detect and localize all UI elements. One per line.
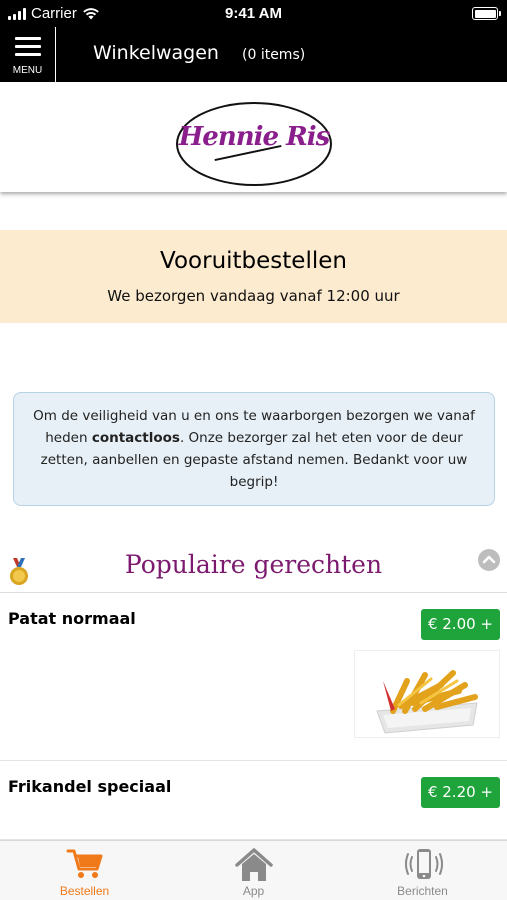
banner-title: Vooruitbestellen (160, 248, 347, 274)
app-header: MENU Winkelwagen (0 items) (0, 27, 507, 82)
tab-label: Berichten (397, 884, 448, 898)
page-title: Winkelwagen (93, 42, 219, 64)
logo-text: Hennie Ris (178, 122, 331, 152)
menu-button[interactable]: MENU (0, 27, 56, 82)
item-image (354, 650, 500, 738)
contactless-notice: Om de veiligheid van u en ons te waarbor… (13, 392, 495, 506)
list-item[interactable]: Patat normaal € 2.00 + (0, 593, 507, 761)
chevron-up-icon (482, 555, 496, 564)
notice-bold: contactloos (91, 430, 180, 446)
list-item[interactable]: Frikandel speciaal € 2.20 + (0, 761, 507, 840)
cart-icon (66, 849, 103, 878)
battery-icon (472, 7, 501, 20)
item-name: Patat normaal (8, 609, 136, 628)
add-to-cart-button[interactable]: € 2.20 + (420, 777, 500, 808)
hamburger-icon (15, 37, 41, 61)
status-bar: Carrier 9:41 AM (0, 0, 507, 27)
app-screen: Carrier 9:41 AM MENU Winkelwagen (0 item… (0, 0, 507, 900)
cart-count: (0 items) (242, 47, 306, 63)
bottom-tab-bar: Bestellen App Berichten (0, 840, 507, 900)
tab-bestellen[interactable]: Bestellen (0, 841, 169, 900)
item-name: Frikandel speciaal (8, 777, 172, 796)
section-title: Populaire gerechten (124, 550, 383, 579)
add-to-cart-button[interactable]: € 2.00 + (420, 609, 500, 640)
fries-icon (376, 670, 478, 734)
phone-vibrate-icon (405, 849, 443, 879)
tab-berichten[interactable]: Berichten (338, 841, 507, 900)
status-time: 9:41 AM (225, 5, 282, 22)
tab-label: Bestellen (59, 884, 110, 898)
logo-area: Hennie Ris (0, 82, 507, 192)
tab-label: App (242, 884, 265, 898)
preorder-banner: Vooruitbestellen We bezorgen vandaag van… (0, 230, 507, 323)
home-icon (235, 848, 273, 881)
menu-label: MENU (12, 65, 43, 76)
logo: Hennie Ris (176, 102, 332, 186)
collapse-button[interactable] (478, 549, 500, 571)
tab-app[interactable]: App (169, 841, 338, 900)
banner-subtitle: We bezorgen vandaag vanaf 12:00 uur (107, 287, 400, 305)
section-header: Populaire gerechten (0, 540, 507, 593)
